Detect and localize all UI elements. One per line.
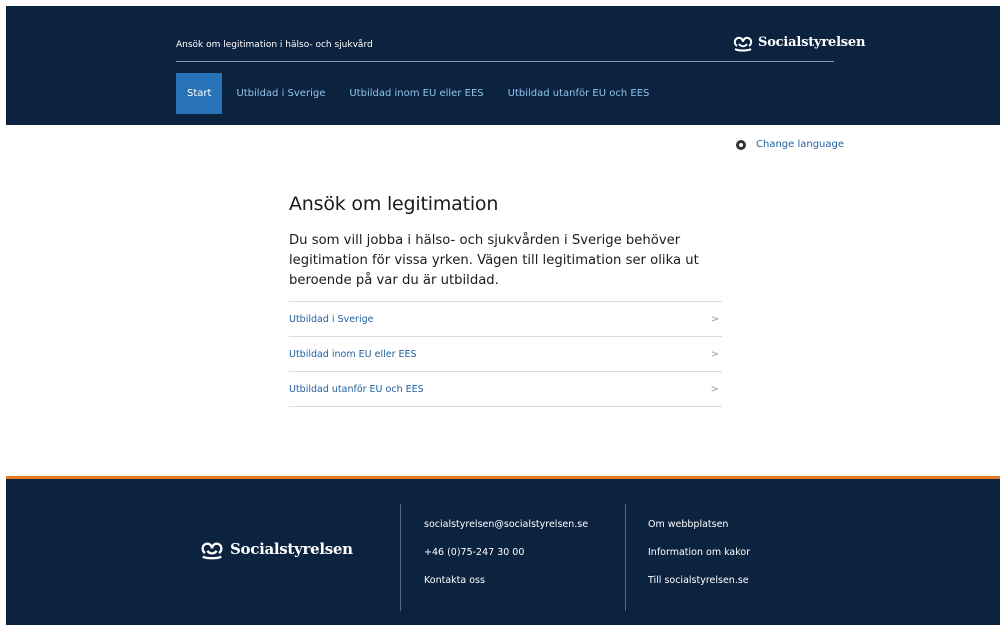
chevron-right-icon: > [710,383,719,395]
socialstyrelsen-emblem-icon [201,542,223,560]
footer-email-link[interactable]: socialstyrelsen@socialstyrelsen.se [424,518,588,546]
link-utbildad-utanfor-eu[interactable]: Utbildad utanför EU och EES > [289,372,722,407]
nav-item-utbildad-utanfor-eu[interactable]: Utbildad utanför EU och EES [496,73,662,114]
socialstyrelsen-logo[interactable]: Socialstyrelsen [732,32,865,52]
footer-phone-link[interactable]: +46 (0)75-247 30 00 [424,546,588,574]
intro-text: Du som vill jobba i hälso- och sjukvårde… [289,233,699,288]
footer-cookies-link[interactable]: Information om kakor [648,546,750,574]
change-language-label: Change language [756,139,845,150]
site-title[interactable]: Ansök om legitimation i hälso- och sjukv… [176,40,373,50]
footer-contact-column: socialstyrelsen@socialstyrelsen.se +46 (… [424,518,588,602]
link-utbildad-i-sverige[interactable]: Utbildad i Sverige > [289,302,722,337]
nav-item-utbildad-inom-eu[interactable]: Utbildad inom EU eller EES [337,73,495,114]
browser-page: Ansök om legitimation i hälso- och sjukv… [6,6,1000,625]
footer-about-link[interactable]: Om webbplatsen [648,518,750,546]
footer-links-column: Om webbplatsen Information om kakor Till… [648,518,750,602]
change-language-link[interactable]: Change language [736,139,844,150]
footer-divider [625,504,626,611]
chevron-right-icon: > [710,348,719,360]
site-footer: Socialstyrelsen socialstyrelsen@socialst… [6,476,1000,625]
footer-logo[interactable]: Socialstyrelsen [199,537,353,560]
link-label: Utbildad inom EU eller EES [289,348,417,360]
logo-text: Socialstyrelsen [758,34,866,50]
footer-divider [400,504,401,611]
header-divider [176,61,834,62]
site-header: Ansök om legitimation i hälso- och sjukv… [6,6,1000,125]
link-label: Utbildad i Sverige [289,313,374,325]
chevron-right-icon: > [710,313,719,325]
socialstyrelsen-emblem-icon [733,36,753,52]
globe-icon [736,139,746,150]
link-utbildad-inom-eu[interactable]: Utbildad inom EU eller EES > [289,337,722,372]
footer-contact-link[interactable]: Kontakta oss [424,574,588,602]
footer-main-site-link[interactable]: Till socialstyrelsen.se [648,574,750,602]
education-link-list: Utbildad i Sverige > Utbildad inom EU el… [289,301,722,407]
footer-logo-text: Socialstyrelsen [230,539,353,558]
nav-item-start[interactable]: Start [176,73,223,114]
nav-item-utbildad-i-sverige[interactable]: Utbildad i Sverige [224,73,337,114]
link-label: Utbildad utanför EU och EES [289,383,424,395]
main-nav: Start Utbildad i Sverige Utbildad inom E… [176,73,661,114]
page-title: Ansök om legitimation [289,193,499,215]
